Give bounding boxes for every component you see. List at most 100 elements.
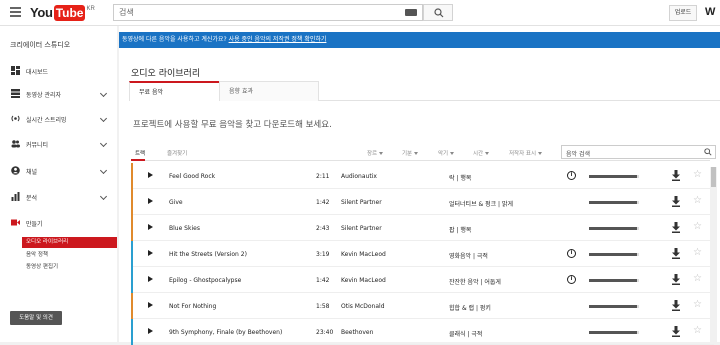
sidebar-item-live[interactable]: 실시간 스트리밍 <box>0 112 117 126</box>
tab-sound-effects[interactable]: 음향 효과 <box>219 81 319 101</box>
download-icon[interactable] <box>671 300 681 311</box>
track-genre: 클래식 | 극적 <box>449 331 483 338</box>
play-icon[interactable] <box>148 328 153 334</box>
track-row[interactable]: Epilog - Ghostpocalypse 1:42 Kevin MacLeod… <box>131 267 714 293</box>
attribution-icon[interactable]: i <box>567 171 576 180</box>
sidebar-item-analytics[interactable]: 분석 <box>0 190 117 204</box>
track-title: Epilog - Ghostpocalypse <box>169 277 242 284</box>
sidebar-item-dashboard[interactable]: 대시보드 <box>0 64 117 78</box>
download-icon[interactable] <box>671 274 681 285</box>
search-input[interactable]: 검색 <box>113 4 423 21</box>
popularity-bar <box>589 227 639 230</box>
star-icon[interactable]: ☆ <box>693 326 702 336</box>
track-genre: 얼터너티브 & 펑크 | 밝게 <box>449 201 514 208</box>
track-duration: 2:43 <box>316 225 330 232</box>
play-icon[interactable] <box>148 302 153 308</box>
genre-color-stripe <box>131 293 133 319</box>
download-icon[interactable] <box>671 196 681 207</box>
filter-duration-label: 시간 <box>473 151 484 157</box>
popularity-fill <box>589 175 637 178</box>
sidebar-item-label: 실시간 스트리밍 <box>26 117 67 124</box>
popularity-fill <box>589 253 637 256</box>
filter-mood[interactable]: 기분 <box>402 149 419 157</box>
track-row[interactable]: Hit the Streets (Version 2) 3:19 Kevin Mac… <box>131 241 714 267</box>
star-icon[interactable]: ☆ <box>693 274 702 284</box>
download-icon[interactable] <box>671 222 681 233</box>
channel-icon <box>11 166 20 175</box>
play-icon[interactable] <box>148 198 153 204</box>
track-genre: 잔잔한 음악 | 어둡게 <box>449 279 501 286</box>
star-icon[interactable]: ☆ <box>693 196 702 206</box>
popularity-fill <box>589 279 637 282</box>
top-bar: You Tube KR 검색 업로드 W <box>0 0 720 26</box>
search-icon <box>704 148 712 156</box>
sidebar-item-video-manager[interactable]: 동영상 관리자 <box>0 87 117 101</box>
sidebar: 크리에이터 스튜디오 대시보드 동영상 관리자 실시간 스트리밍 커뮤니티 채널… <box>0 26 117 342</box>
filter-instrument[interactable]: 악기 <box>438 149 455 157</box>
filter-tracks[interactable]: 트랙 <box>135 149 145 157</box>
keyboard-icon[interactable] <box>405 9 417 16</box>
banner-text: 동영상에 다른 음악을 사용하고 계신가요? <box>122 36 229 43</box>
sidebar-item-create[interactable]: 만들기 <box>0 216 117 230</box>
tab-free-music[interactable]: 무료 음악 <box>129 81 220 101</box>
page-title: 오디오 라이브러리 <box>131 69 201 79</box>
menu-icon[interactable] <box>10 7 21 17</box>
track-genre: 힙합 & 랩 | 펑키 <box>449 305 491 312</box>
filter-genre[interactable]: 장르 <box>367 149 384 157</box>
attribution-icon[interactable]: i <box>567 249 576 258</box>
filter-attribution[interactable]: 저작자 표시 <box>509 149 543 157</box>
attribution-icon[interactable]: i <box>567 275 576 284</box>
popularity-fill <box>589 227 637 230</box>
sidebar-sub-music-policy[interactable]: 음악 정책 <box>0 250 117 261</box>
filter-favorites[interactable]: 즐겨찾기 <box>167 149 187 157</box>
track-row[interactable]: Give 1:42 Silent Partner 얼터너티브 & 펑크 | 밝게 ☆ <box>131 189 714 215</box>
genre-color-stripe <box>131 189 133 215</box>
download-icon[interactable] <box>671 326 681 337</box>
track-row[interactable]: 9th Symphony, Finale (by Beethoven) 23:40… <box>131 319 714 345</box>
filter-duration[interactable]: 시간 <box>473 149 490 157</box>
star-icon[interactable]: ☆ <box>693 300 702 310</box>
sidebar-item-channel[interactable]: 채널 <box>0 164 117 178</box>
filter-genre-label: 장르 <box>367 151 378 157</box>
sidebar-sub-video-editor[interactable]: 동영상 편집기 <box>0 262 117 273</box>
youtube-logo[interactable]: You Tube KR <box>30 5 95 21</box>
play-icon[interactable] <box>148 224 153 230</box>
track-genre: 팝 | 행복 <box>449 227 472 234</box>
scrollbar[interactable] <box>710 167 717 342</box>
sidebar-item-community[interactable]: 커뮤니티 <box>0 137 117 151</box>
caret-down-icon <box>414 152 419 155</box>
download-icon[interactable] <box>671 170 681 181</box>
play-icon[interactable] <box>148 276 153 282</box>
upload-button[interactable]: 업로드 <box>669 5 697 21</box>
popularity-bar <box>589 305 639 308</box>
download-icon[interactable] <box>671 248 681 259</box>
star-icon[interactable]: ☆ <box>693 248 702 258</box>
play-icon[interactable] <box>148 250 153 256</box>
track-title: Not For Nothing <box>169 303 217 310</box>
scrollbar-thumb[interactable] <box>711 167 716 187</box>
chevron-down-icon <box>99 192 108 201</box>
track-duration: 1:58 <box>316 303 330 310</box>
filter-mood-label: 기분 <box>402 151 413 157</box>
chevron-down-icon <box>99 166 108 175</box>
sidebar-sub-audio-library[interactable]: 오디오 라이브러리 <box>22 237 117 248</box>
track-artist: Otis McDonald <box>341 303 385 310</box>
banner-link[interactable]: 사용 중인 음악의 저작권 정책 확인하기 <box>229 36 327 43</box>
popularity-bar <box>589 331 639 334</box>
help-feedback-button[interactable]: 도움말 및 의견 <box>10 311 62 325</box>
live-icon <box>11 115 20 122</box>
star-icon[interactable]: ☆ <box>693 222 702 232</box>
genre-color-stripe <box>131 215 133 241</box>
play-icon[interactable] <box>148 172 153 178</box>
music-search-input[interactable]: 음악 검색 <box>561 145 716 159</box>
search-icon <box>434 8 444 18</box>
track-row[interactable]: Blue Skies 2:43 Silent Partner 팝 | 행복 ☆ <box>131 215 714 241</box>
community-icon <box>11 140 20 148</box>
account-avatar[interactable]: W <box>705 6 715 18</box>
track-row[interactable]: Feel Good Rock 2:11 Audionautix 락 | 행복 i ☆ <box>131 163 714 189</box>
track-duration: 2:11 <box>316 173 330 180</box>
track-duration: 23:40 <box>316 329 334 336</box>
track-row[interactable]: Not For Nothing 1:58 Otis McDonald 힙합 & 랩 |… <box>131 293 714 319</box>
search-button[interactable] <box>423 4 453 21</box>
star-icon[interactable]: ☆ <box>693 170 702 180</box>
